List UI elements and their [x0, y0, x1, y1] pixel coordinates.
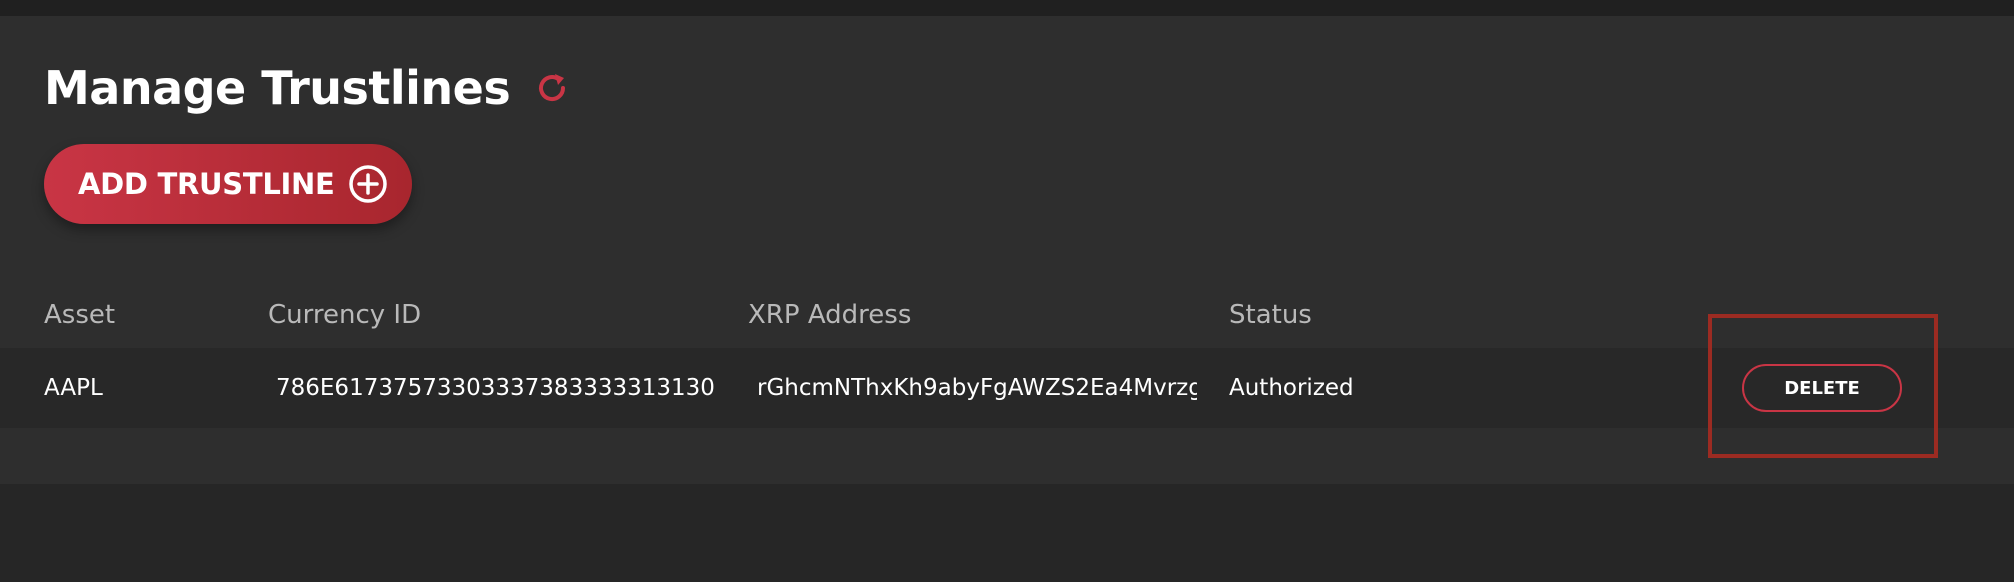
add-trustline-button[interactable]: ADD TRUSTLINE [44, 144, 412, 224]
refresh-icon[interactable] [532, 68, 572, 108]
xrp-address-cell: rGhcmNThxKh9abyFgAWZS2Ea4Mvrzg3 [757, 375, 1197, 401]
delete-button[interactable]: DELETE [1742, 364, 1902, 412]
column-header-asset: Asset [44, 300, 116, 330]
page-title: Manage Trustlines [44, 61, 511, 115]
table-row: AAPL 786E617375733033373833333131303035 … [0, 348, 2014, 428]
add-trustline-label: ADD TRUSTLINE [78, 167, 335, 201]
column-header-currency-id: Currency ID [268, 300, 422, 330]
page-background [0, 484, 2014, 582]
plus-circle-icon [348, 164, 388, 204]
status-cell: Authorized [1229, 375, 1354, 401]
top-strip [0, 0, 2014, 16]
asset-cell: AAPL [44, 375, 103, 401]
column-header-status: Status [1229, 300, 1312, 330]
currency-id-cell: 786E617375733033373833333131303035 [276, 375, 716, 401]
column-header-xrp-address: XRP Address [748, 300, 912, 330]
title-row: Manage Trustlines [44, 56, 572, 120]
